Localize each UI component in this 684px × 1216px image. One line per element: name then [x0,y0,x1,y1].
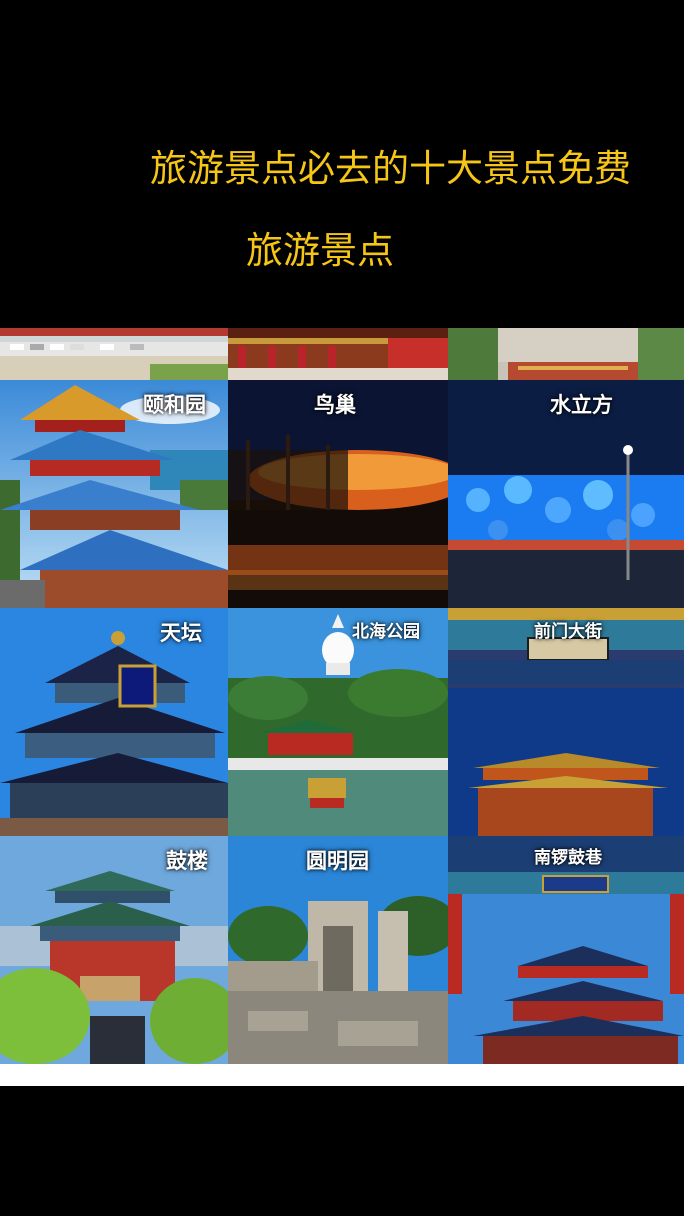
photo-qianmen-street [448,608,684,836]
tile-label: 水立方 [550,392,613,417]
tile-water-cube: 水立方 [448,380,684,608]
tile-birds-nest: 鸟巢 [228,380,448,608]
top-photo-strip [0,328,684,380]
tile-label: 鼓楼 [166,848,208,873]
photo-beihai-park [228,608,448,836]
tile-label: 北海公园 [352,622,420,642]
tile-label: 前门大街 [534,622,602,642]
attractions-grid: 颐和园 鸟巢 水立方 天坛 北海公园 前门大街 鼓楼 圆明园 南锣鼓巷 [0,380,684,1064]
strip-photo-parking [0,328,228,380]
caption-line-1: 旅游景点必去的十大景点免费 [150,147,631,190]
strip-photo-red-building [228,328,448,380]
strip-photo-plaza [448,328,684,380]
photo-nanluoguxiang [448,836,684,1064]
tile-nanluoguxiang: 南锣鼓巷 [448,836,684,1064]
tile-temple-of-heaven: 天坛 [0,608,228,836]
tile-summer-palace: 颐和园 [0,380,228,608]
tile-beihai-park: 北海公园 [228,608,448,836]
caption-line-2: 旅游景点 [246,229,394,272]
tile-old-summer-palace: 圆明园 [228,836,448,1064]
bottom-white-bar [0,1064,684,1086]
tile-drum-tower: 鼓楼 [0,836,228,1064]
tile-label: 天坛 [160,620,202,645]
tile-qianmen-street: 前门大街 [448,608,684,836]
tile-label: 颐和园 [143,392,206,417]
tile-label: 圆明园 [306,848,369,873]
tile-label: 鸟巢 [314,392,356,417]
tile-label: 南锣鼓巷 [534,848,602,868]
